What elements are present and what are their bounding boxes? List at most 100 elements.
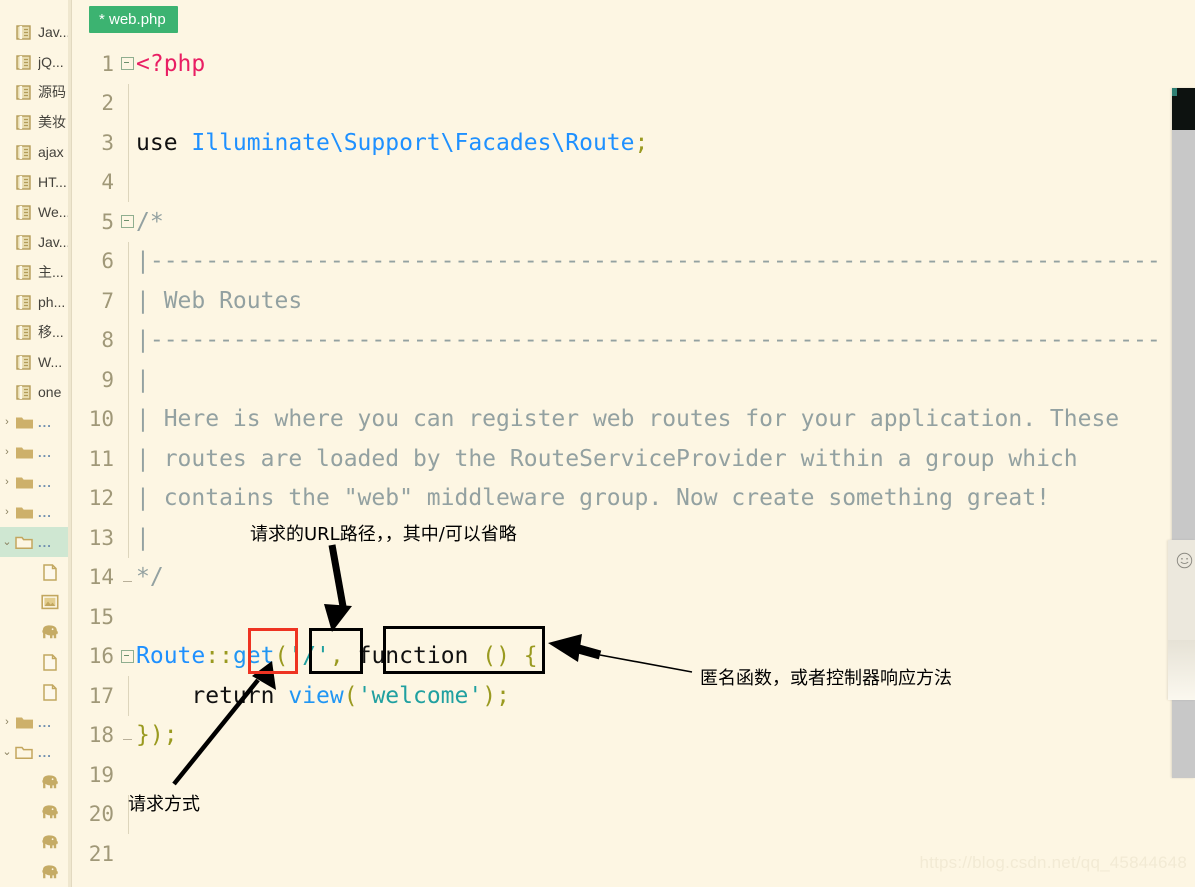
chevron-down-icon[interactable]: ⌄ [0,746,14,758]
tree-item-23[interactable]: ›... [0,707,68,737]
file-tree-sidebar[interactable]: Jav... jQ... 源码 美妆 ajax HT... We... Jav... 主... p… [0,0,68,887]
line-number: 17 [88,683,114,708]
tree-item-label: 主... [38,264,64,280]
tree-item-15[interactable]: ›... [0,467,68,497]
code-area[interactable]: 1 <?php 2 3 use Illuminate\Support\Facades\R… [72,44,1172,874]
code-line[interactable]: 10 | Here is where you can register web r… [72,399,1172,439]
code-line[interactable]: 14 */ [72,558,1172,598]
smiley-face-icon[interactable] [1176,552,1193,569]
code-line[interactable]: 1 <?php [72,44,1172,84]
indent-guide [128,162,129,202]
code-text: | contains the "web" middleware group. N… [134,485,1050,511]
note-icon [14,143,34,161]
code-line[interactable]: 4 [72,162,1172,202]
tree-item-label: ... [38,534,52,550]
chevron-right-icon[interactable]: › [0,446,14,458]
code-line[interactable]: 12 | contains the "web" middleware group.… [72,478,1172,518]
code-line[interactable]: 13 | [72,518,1172,558]
tree-item-5[interactable]: HT... [0,167,68,197]
tree-item-19[interactable] [0,587,68,617]
code-text: | Here is where you can register web rou… [134,406,1119,432]
chevron-right-icon[interactable]: › [0,716,14,728]
code-line[interactable]: 5 /* [72,202,1172,242]
folder-open-icon [14,743,34,761]
tree-item-26[interactable] [0,797,68,827]
code-line[interactable]: 18}); [72,716,1172,756]
tree-item-18[interactable] [0,557,68,587]
tree-item-label: W... [38,354,63,370]
tree-item-10[interactable]: 移... [0,317,68,347]
tree-item-27[interactable] [0,827,68,857]
code-text: |---------------------------------------… [134,327,1172,353]
tree-item-2[interactable]: 源码 [0,77,68,107]
indent-guide [128,241,129,281]
tree-item-7[interactable]: Jav... [0,227,68,257]
fold-toggle-icon[interactable] [120,215,134,229]
tree-item-14[interactable]: ›... [0,437,68,467]
code-line[interactable]: 15 [72,597,1172,637]
tree-item-21[interactable] [0,647,68,677]
code-line[interactable]: 2 [72,83,1172,123]
code-text: | [134,367,150,393]
indent-guide [128,439,129,479]
tree-item-28[interactable] [0,857,68,887]
token: ; [634,129,649,156]
chevron-right-icon[interactable]: › [0,476,14,488]
tree-item-0[interactable]: Jav... [0,17,68,47]
line-number: 11 [88,446,114,471]
tree-item-1[interactable]: jQ... [0,47,68,77]
token: function [357,643,469,670]
chevron-down-icon[interactable]: ⌄ [0,536,14,548]
fold-toggle-icon[interactable] [120,649,134,663]
chevron-right-icon[interactable]: › [0,416,14,428]
tree-item-20[interactable] [0,617,68,647]
tree-item-4[interactable]: ajax [0,137,68,167]
token: get [232,643,275,670]
tree-item-8[interactable]: 主... [0,257,68,287]
code-editor[interactable]: * web.php 1 <?php 2 3 use Illuminate\Support… [72,0,1172,887]
code-line[interactable]: 19 [72,755,1172,795]
code-line[interactable]: 20 [72,794,1172,834]
tree-item-label: 源码 [38,84,66,100]
token: Illuminate\Support\Facades\Route [191,129,635,156]
tree-item-17[interactable]: ⌄... [0,527,68,557]
tree-item-label: ph... [38,294,66,310]
code-line[interactable]: 7 | Web Routes [72,281,1172,321]
php-elephant-icon [40,833,60,851]
fold-toggle-icon[interactable] [120,57,134,71]
image-file-icon [40,593,60,611]
code-line[interactable]: 6 |--------------------------------------… [72,241,1172,281]
tree-item-22[interactable] [0,677,68,707]
tree-item-label: ... [38,414,52,430]
code-line[interactable]: 17 return view('welcome'); [72,676,1172,716]
code-line[interactable]: 11 | routes are loaded by the RouteServic… [72,439,1172,479]
tree-item-9[interactable]: ph... [0,287,68,317]
tree-item-label: jQ... [38,54,64,70]
code-line[interactable]: 16 Route::get('/', function () { [72,637,1172,677]
code-line[interactable]: 9 | [72,360,1172,400]
tree-item-6[interactable]: We... [0,197,68,227]
folder-closed-icon [14,713,34,731]
tree-item-25[interactable] [0,767,68,797]
tree-item-11[interactable]: W... [0,347,68,377]
chevron-right-icon[interactable]: › [0,506,14,518]
tree-item-12[interactable]: one [0,377,68,407]
tree-item-13[interactable]: ›... [0,407,68,437]
php-elephant-icon [40,803,60,821]
line-number: 13 [88,525,114,550]
line-number: 14 [88,565,114,590]
tree-item-24[interactable]: ⌄... [0,737,68,767]
tab-web-php[interactable]: * web.php [89,6,178,33]
token: | Here is where you can register web rou… [136,406,1120,433]
note-icon [14,293,34,311]
code-line[interactable]: 8 |--------------------------------------… [72,320,1172,360]
line-number: 1 [101,51,114,76]
code-text: }); [134,722,178,748]
code-text: <?php [134,51,205,77]
tree-item-16[interactable]: ›... [0,497,68,527]
token: | [136,366,150,393]
code-line[interactable]: 3 use Illuminate\Support\Facades\Route; [72,123,1172,163]
tree-item-3[interactable]: 美妆 [0,107,68,137]
php-elephant-icon [40,773,60,791]
indent-guide [128,123,129,163]
